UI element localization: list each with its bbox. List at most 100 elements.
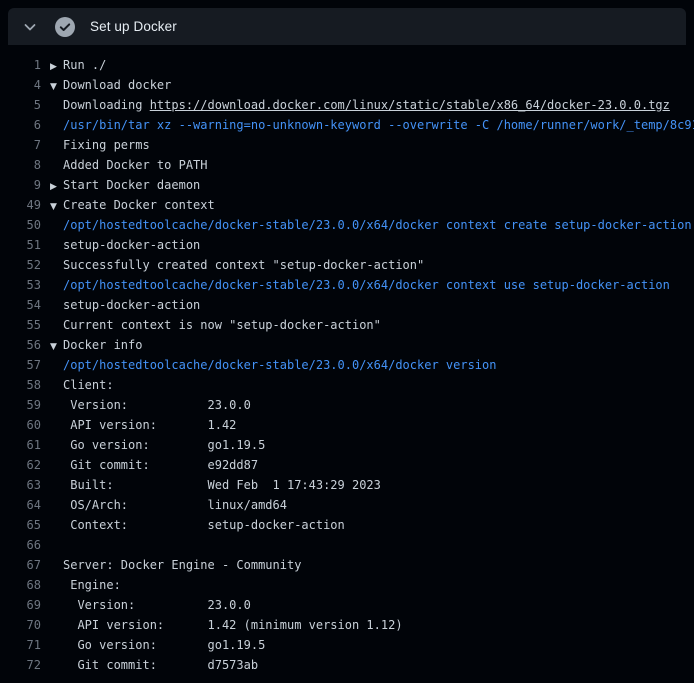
- group-expanded-icon: ▼: [50, 197, 63, 216]
- line-number[interactable]: 66: [0, 535, 41, 555]
- line-number[interactable]: 5: [0, 95, 41, 115]
- log-group-title: Download docker: [63, 78, 171, 92]
- log-line: 7 Fixing perms: [0, 135, 694, 155]
- line-number[interactable]: 53: [0, 275, 41, 295]
- log-text-prefix: Downloading: [63, 98, 150, 112]
- log: 1▶Run ./4▼Download docker5Downloading ht…: [0, 45, 694, 675]
- log-line: 68 Engine:: [0, 575, 694, 595]
- log-line: 56 ▼Docker info: [0, 335, 694, 355]
- line-number[interactable]: 50: [0, 215, 41, 235]
- log-group-title: Run ./: [63, 58, 106, 72]
- log-line: 5 Downloading https://download.docker.com…: [0, 95, 694, 115]
- log-text: Git commit: e92dd87: [63, 455, 258, 475]
- log-line: 54setup-docker-action: [0, 295, 694, 315]
- log-group-toggle[interactable]: ▼Download docker: [50, 75, 171, 95]
- log-text: Context: setup-docker-action: [63, 515, 345, 535]
- chevron-down-icon[interactable]: [22, 19, 38, 35]
- log-text: Version: 23.0.0: [63, 595, 251, 615]
- line-number[interactable]: 7: [0, 135, 41, 155]
- log-line: 1 ▶Run ./: [0, 55, 694, 75]
- line-number[interactable]: 4: [0, 75, 41, 95]
- log-group-title: Docker info: [63, 338, 142, 352]
- log-command-text: /opt/hostedtoolcache/docker-stable/23.0.…: [63, 215, 692, 235]
- log-line: 63 Built: Wed Feb 1 17:43:29 2023: [0, 475, 694, 495]
- log-line: 60 API version: 1.42: [0, 415, 694, 435]
- log-group-title: Create Docker context: [63, 198, 215, 212]
- log-text: OS/Arch: linux/amd64: [63, 495, 287, 515]
- log-line: 64 OS/Arch: linux/amd64: [0, 495, 694, 515]
- step-header[interactable]: Set up Docker: [8, 8, 686, 45]
- log-line: 52Successfully created context "setup-do…: [0, 255, 694, 275]
- line-number[interactable]: 64: [0, 495, 41, 515]
- log-line: 58Client:: [0, 375, 694, 395]
- log-line: 61 Go version: go1.19.5: [0, 435, 694, 455]
- line-number[interactable]: 68: [0, 575, 41, 595]
- log-text: Current context is now "setup-docker-act…: [63, 315, 381, 335]
- log-line: 9 ▶Start Docker daemon: [0, 175, 694, 195]
- log-line: 51 setup-docker-action: [0, 235, 694, 255]
- log-text: Go version: go1.19.5: [63, 435, 265, 455]
- log-line: 65 Context: setup-docker-action: [0, 515, 694, 535]
- log-text: Added Docker to PATH: [63, 155, 208, 175]
- log-line: 70 API version: 1.42 (minimum version 1.…: [0, 615, 694, 635]
- line-number[interactable]: 63: [0, 475, 41, 495]
- log-text: API version: 1.42: [63, 415, 236, 435]
- log-command-text: /opt/hostedtoolcache/docker-stable/23.0.…: [63, 355, 496, 375]
- check-circle-icon: [55, 17, 75, 37]
- download-url-link[interactable]: https://download.docker.com/linux/static…: [150, 98, 670, 112]
- log-line: 59 Version: 23.0.0: [0, 395, 694, 415]
- log-group-toggle[interactable]: ▶Start Docker daemon: [50, 175, 200, 195]
- line-number[interactable]: 69: [0, 595, 41, 615]
- line-number[interactable]: 61: [0, 435, 41, 455]
- log-command-text: /opt/hostedtoolcache/docker-stable/23.0.…: [63, 275, 670, 295]
- line-number[interactable]: 56: [0, 335, 41, 355]
- log-line: 53/opt/hostedtoolcache/docker-stable/23.…: [0, 275, 694, 295]
- log-group-toggle[interactable]: ▼Docker info: [50, 335, 142, 355]
- log-line: 62 Git commit: e92dd87: [0, 455, 694, 475]
- line-number[interactable]: 1: [0, 55, 41, 75]
- line-number[interactable]: 55: [0, 315, 41, 335]
- log-line: 57/opt/hostedtoolcache/docker-stable/23.…: [0, 355, 694, 375]
- log-text: Downloading https://download.docker.com/…: [63, 95, 670, 115]
- log-group-toggle[interactable]: ▼Create Docker context: [50, 195, 215, 215]
- line-number[interactable]: 57: [0, 355, 41, 375]
- log-line: 72 Git commit: d7573ab: [0, 655, 694, 675]
- line-number[interactable]: 60: [0, 415, 41, 435]
- log-line: 71 Go version: go1.19.5: [0, 635, 694, 655]
- group-collapsed-icon: ▶: [50, 177, 63, 196]
- line-number[interactable]: 67: [0, 555, 41, 575]
- line-number[interactable]: 58: [0, 375, 41, 395]
- log-text: Engine:: [63, 575, 121, 595]
- log-line: 8 Added Docker to PATH: [0, 155, 694, 175]
- log-text: Server: Docker Engine - Community: [63, 555, 301, 575]
- log-text: Built: Wed Feb 1 17:43:29 2023: [63, 475, 381, 495]
- line-number[interactable]: 59: [0, 395, 41, 415]
- log-text: setup-docker-action: [63, 235, 200, 255]
- log-text: Git commit: d7573ab: [63, 655, 258, 675]
- log-text: Go version: go1.19.5: [63, 635, 265, 655]
- log-text: Fixing perms: [63, 135, 150, 155]
- line-number[interactable]: 8: [0, 155, 41, 175]
- line-number[interactable]: 52: [0, 255, 41, 275]
- line-number[interactable]: 65: [0, 515, 41, 535]
- line-number[interactable]: 72: [0, 655, 41, 675]
- line-number[interactable]: 54: [0, 295, 41, 315]
- log-line: 66: [0, 535, 694, 555]
- log-group-title: Start Docker daemon: [63, 178, 200, 192]
- log-line: 49 ▼Create Docker context: [0, 195, 694, 215]
- line-number[interactable]: 70: [0, 615, 41, 635]
- line-number[interactable]: 9: [0, 175, 41, 195]
- line-number[interactable]: 49: [0, 195, 41, 215]
- log-text: Version: 23.0.0: [63, 395, 251, 415]
- log-command-text: /usr/bin/tar xz --warning=no-unknown-key…: [63, 115, 694, 135]
- line-number[interactable]: 6: [0, 115, 41, 135]
- line-number[interactable]: 62: [0, 455, 41, 475]
- line-number[interactable]: 51: [0, 235, 41, 255]
- log-text: API version: 1.42 (minimum version 1.12): [63, 615, 403, 635]
- group-expanded-icon: ▼: [50, 77, 63, 96]
- log-group-toggle[interactable]: ▶Run ./: [50, 55, 106, 75]
- line-number[interactable]: 71: [0, 635, 41, 655]
- group-collapsed-icon: ▶: [50, 57, 63, 76]
- log-line: 55 Current context is now "setup-docker-a…: [0, 315, 694, 335]
- step-title: Set up Docker: [90, 19, 177, 34]
